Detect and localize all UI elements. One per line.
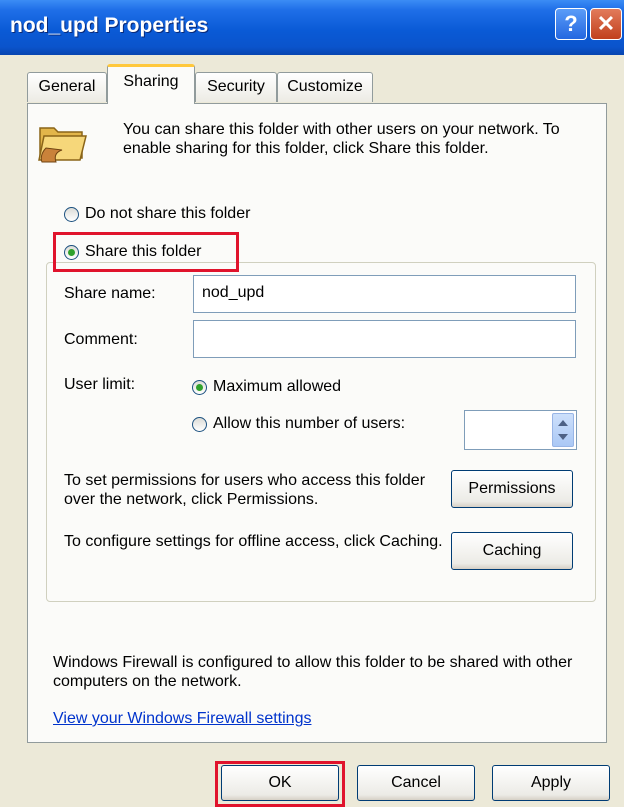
- user-count-spinner[interactable]: [464, 410, 577, 450]
- comment-input[interactable]: [193, 320, 576, 358]
- radio-checked-icon: [192, 379, 207, 395]
- caching-button[interactable]: Caching: [451, 532, 573, 570]
- spinner-up-icon[interactable]: [558, 420, 568, 426]
- maximum-allowed-label: Maximum allowed: [213, 378, 342, 395]
- share-name-input[interactable]: nod_upd: [193, 275, 576, 313]
- allow-number-radio[interactable]: Allow this number of users:: [192, 415, 405, 433]
- permissions-button[interactable]: Permissions: [451, 470, 573, 508]
- highlight-ok-button: [215, 761, 345, 807]
- apply-button[interactable]: Apply: [492, 765, 610, 801]
- comment-label: Comment:: [64, 331, 138, 348]
- user-limit-label: User limit:: [64, 376, 136, 393]
- properties-window: nod_upd Properties ? ✕ General Sharing S…: [0, 0, 624, 807]
- do-not-share-label: Do not share this folder: [85, 205, 251, 222]
- spinner-down-icon[interactable]: [558, 434, 568, 440]
- close-button[interactable]: ✕: [590, 8, 622, 40]
- tab-customize[interactable]: Customize: [277, 72, 373, 102]
- highlight-share-radio: [53, 232, 239, 272]
- allow-number-label: Allow this number of users:: [213, 415, 406, 432]
- intro-text: You can share this folder with other use…: [123, 121, 560, 157]
- firewall-settings-link[interactable]: View your Windows Firewall settings: [53, 710, 311, 728]
- firewall-description: Windows Firewall is configured to allow …: [53, 654, 573, 690]
- share-name-label: Share name:: [64, 285, 156, 302]
- cancel-button[interactable]: Cancel: [357, 765, 475, 801]
- close-icon: ✕: [596, 11, 616, 36]
- shared-folder-icon: [38, 127, 87, 163]
- maximum-allowed-radio[interactable]: Maximum allowed: [192, 378, 341, 396]
- spinner-buttons[interactable]: [552, 413, 574, 447]
- tab-general[interactable]: General: [27, 72, 107, 102]
- help-icon: ?: [564, 11, 578, 36]
- radio-unchecked-icon: [64, 206, 79, 222]
- permissions-description: To set permissions for users who access …: [64, 472, 426, 508]
- title-bar[interactable]: nod_upd Properties ? ✕: [0, 0, 624, 55]
- help-button[interactable]: ?: [555, 8, 587, 40]
- tab-security[interactable]: Security: [195, 72, 277, 102]
- tab-sharing[interactable]: Sharing: [107, 64, 195, 104]
- radio-unchecked-icon: [192, 416, 207, 432]
- caching-description: To configure settings for offline access…: [64, 533, 443, 550]
- window-title: nod_upd Properties: [10, 14, 209, 37]
- do-not-share-radio[interactable]: Do not share this folder: [64, 205, 250, 223]
